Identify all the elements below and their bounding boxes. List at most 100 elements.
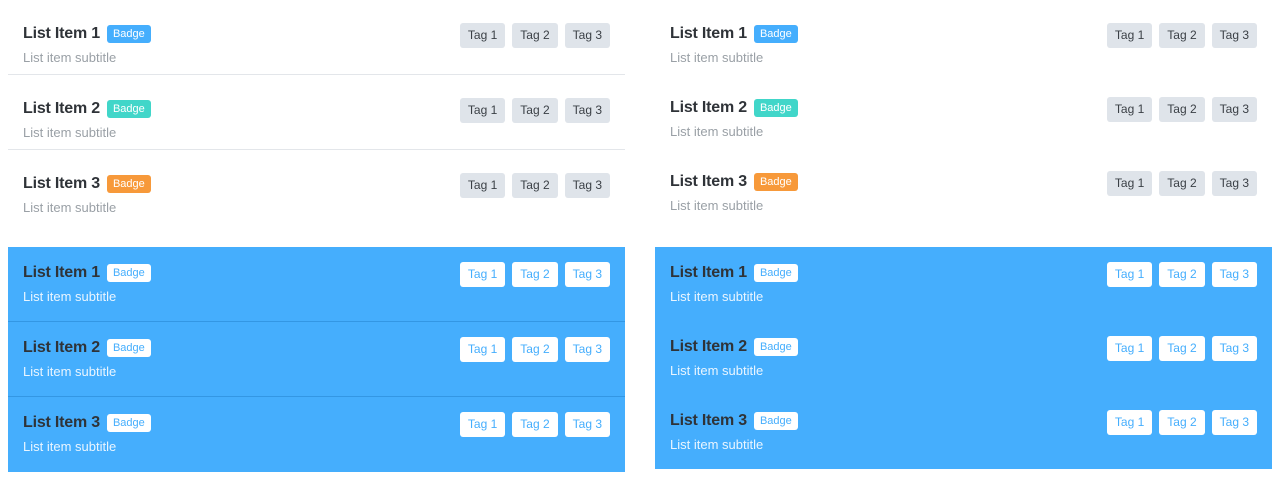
list-plain-blue: List Item 1 Badge List item subtitle Tag… [655, 247, 1272, 469]
list-item-title: List Item 3 [23, 414, 100, 431]
tag-group: Tag 1 Tag 2 Tag 3 [1100, 336, 1257, 361]
badge: Badge [106, 339, 151, 357]
list-item-subtitle: List item subtitle [23, 200, 117, 215]
tag[interactable]: Tag 2 [512, 173, 558, 198]
list-divided-blue: List Item 1 Badge List item subtitle Tag… [8, 247, 625, 472]
list-item[interactable]: List Item 3 Badge List item subtitle Tag… [655, 148, 1272, 222]
badge: Badge [753, 412, 798, 430]
tag[interactable]: Tag 3 [1211, 410, 1257, 435]
tag[interactable]: Tag 2 [512, 337, 558, 362]
tag-group: Tag 1 Tag 2 Tag 3 [453, 412, 610, 437]
list-item-title: List Item 2 [670, 99, 747, 116]
tag[interactable]: Tag 1 [459, 98, 506, 123]
list-item-subtitle: List item subtitle [23, 50, 117, 65]
tag-group: Tag 1 Tag 2 Tag 3 [1100, 410, 1257, 435]
list-item[interactable]: List Item 2 Badge List item subtitle Tag… [8, 322, 625, 397]
tag-group: Tag 1 Tag 2 Tag 3 [1100, 262, 1257, 287]
tag[interactable]: Tag 3 [1211, 23, 1257, 48]
badge: Badge [106, 25, 151, 43]
tag[interactable]: Tag 3 [564, 337, 610, 362]
list-item-subtitle: List item subtitle [670, 289, 764, 304]
list-item-title: List Item 3 [670, 173, 747, 190]
tag[interactable]: Tag 3 [564, 412, 610, 437]
tag-group: Tag 1 Tag 2 Tag 3 [1100, 97, 1257, 122]
list-item-title: List Item 1 [670, 264, 747, 281]
tag[interactable]: Tag 3 [1211, 171, 1257, 196]
list-item-subtitle: List item subtitle [23, 439, 117, 454]
tag[interactable]: Tag 3 [564, 262, 610, 287]
list-item-subtitle: List item subtitle [670, 124, 764, 139]
tag[interactable]: Tag 1 [459, 412, 506, 437]
list-item-title: List Item 1 [23, 25, 100, 42]
tag[interactable]: Tag 2 [1159, 171, 1205, 196]
list-item-title: List Item 1 [670, 25, 747, 42]
tag[interactable]: Tag 1 [1106, 23, 1153, 48]
list-item[interactable]: List Item 2 Badge List item subtitle Tag… [8, 75, 625, 150]
list-item-title: List Item 3 [670, 412, 747, 429]
list-item[interactable]: List Item 3 Badge List item subtitle Tag… [8, 397, 625, 472]
list-item-subtitle: List item subtitle [670, 437, 764, 452]
tag[interactable]: Tag 1 [459, 23, 506, 48]
tag[interactable]: Tag 2 [1159, 23, 1205, 48]
badge: Badge [753, 173, 798, 191]
tag[interactable]: Tag 2 [512, 412, 558, 437]
list-item-title: List Item 1 [23, 264, 100, 281]
tag[interactable]: Tag 3 [1211, 262, 1257, 287]
tag[interactable]: Tag 2 [512, 98, 558, 123]
list-item[interactable]: List Item 1 Badge List item subtitle Tag… [655, 0, 1272, 74]
tag-group: Tag 1 Tag 2 Tag 3 [453, 23, 610, 48]
badge: Badge [106, 100, 151, 118]
list-plain: List Item 1 Badge List item subtitle Tag… [655, 0, 1272, 222]
badge: Badge [753, 25, 798, 43]
list-item[interactable]: List Item 3 Badge List item subtitle Tag… [8, 150, 625, 225]
tag-group: Tag 1 Tag 2 Tag 3 [453, 173, 610, 198]
tag-group: Tag 1 Tag 2 Tag 3 [1100, 23, 1257, 48]
list-item-title: List Item 2 [23, 100, 100, 117]
tag[interactable]: Tag 1 [1106, 97, 1153, 122]
list-item-subtitle: List item subtitle [23, 364, 117, 379]
tag[interactable]: Tag 2 [512, 262, 558, 287]
tag[interactable]: Tag 1 [1106, 410, 1153, 435]
tag[interactable]: Tag 2 [1159, 262, 1205, 287]
list-item-subtitle: List item subtitle [23, 125, 117, 140]
badge: Badge [106, 414, 151, 432]
tag-group: Tag 1 Tag 2 Tag 3 [1100, 171, 1257, 196]
badge: Badge [753, 338, 798, 356]
badge: Badge [753, 99, 798, 117]
tag[interactable]: Tag 1 [1106, 262, 1153, 287]
tag[interactable]: Tag 2 [1159, 410, 1205, 435]
list-divided: List Item 1 Badge List item subtitle Tag… [8, 0, 625, 225]
tag-group: Tag 1 Tag 2 Tag 3 [453, 337, 610, 362]
tag[interactable]: Tag 3 [1211, 97, 1257, 122]
tag[interactable]: Tag 1 [459, 173, 506, 198]
badge: Badge [106, 175, 151, 193]
tag[interactable]: Tag 2 [1159, 97, 1205, 122]
list-item-title: List Item 3 [23, 175, 100, 192]
tag[interactable]: Tag 1 [1106, 171, 1153, 196]
badge: Badge [106, 264, 151, 282]
badge: Badge [753, 264, 798, 282]
list-item-subtitle: List item subtitle [670, 363, 764, 378]
list-item[interactable]: List Item 2 Badge List item subtitle Tag… [655, 74, 1272, 148]
list-item[interactable]: List Item 3 Badge List item subtitle Tag… [655, 395, 1272, 469]
tag[interactable]: Tag 1 [459, 262, 506, 287]
tag[interactable]: Tag 2 [1159, 336, 1205, 361]
tag[interactable]: Tag 3 [1211, 336, 1257, 361]
list-item-subtitle: List item subtitle [23, 289, 117, 304]
list-item-subtitle: List item subtitle [670, 50, 764, 65]
list-item[interactable]: List Item 2 Badge List item subtitle Tag… [655, 321, 1272, 395]
tag[interactable]: Tag 3 [564, 98, 610, 123]
tag[interactable]: Tag 3 [564, 23, 610, 48]
tag-group: Tag 1 Tag 2 Tag 3 [453, 262, 610, 287]
tag[interactable]: Tag 2 [512, 23, 558, 48]
list-item-title: List Item 2 [670, 338, 747, 355]
tag[interactable]: Tag 1 [1106, 336, 1153, 361]
tag[interactable]: Tag 1 [459, 337, 506, 362]
list-item[interactable]: List Item 1 Badge List item subtitle Tag… [655, 247, 1272, 321]
list-item[interactable]: List Item 1 Badge List item subtitle Tag… [8, 247, 625, 322]
tag-group: Tag 1 Tag 2 Tag 3 [453, 98, 610, 123]
tag[interactable]: Tag 3 [564, 173, 610, 198]
list-item-title: List Item 2 [23, 339, 100, 356]
list-item[interactable]: List Item 1 Badge List item subtitle Tag… [8, 0, 625, 75]
list-item-subtitle: List item subtitle [670, 198, 764, 213]
